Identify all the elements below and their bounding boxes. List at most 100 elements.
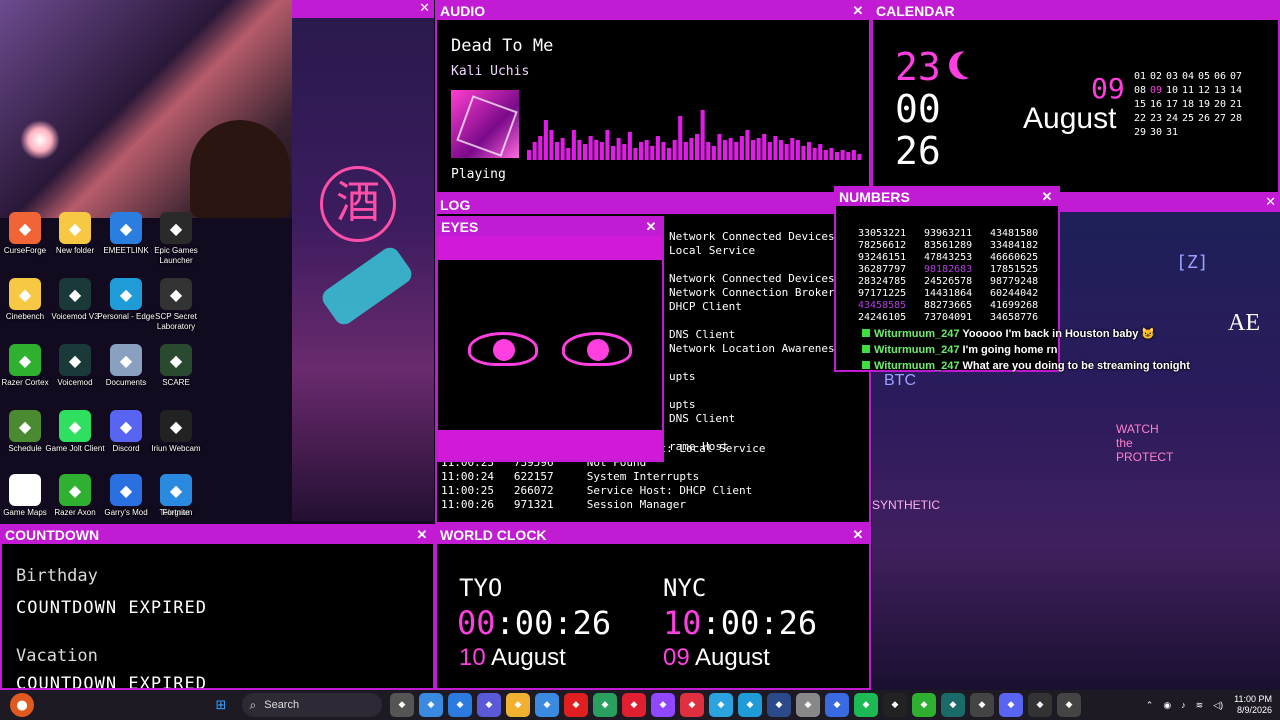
calendar-day-cell[interactable]: 09: [1150, 84, 1166, 98]
calendar-day-cell[interactable]: 29: [1134, 126, 1150, 140]
visualizer-bar: [835, 152, 840, 160]
discord-icon[interactable]: ◆: [999, 693, 1023, 717]
desktop-icon-fortnite[interactable]: ◆ Fortnite: [145, 474, 207, 518]
calendar-days-grid: 01 02 03 04 05 06 07 08 09 10 11 12 13 14 15 16 17 18 19 20…: [1134, 70, 1246, 140]
volume-icon[interactable]: ◁): [1213, 700, 1223, 711]
taskbar-clock[interactable]: 11:00 PM 8/9/2026: [1234, 694, 1272, 716]
eyes-widget: EYES ✕: [436, 216, 664, 462]
calendar-day-cell[interactable]: 23: [1150, 112, 1166, 126]
terminal-icon[interactable]: ◆: [1028, 693, 1052, 717]
tiktok-icon[interactable]: ◆: [883, 693, 907, 717]
teams-icon[interactable]: ◆: [477, 693, 501, 717]
opera-gx-icon[interactable]: ◆: [622, 693, 646, 717]
calendar-day-cell[interactable]: 08: [1134, 84, 1150, 98]
badge-icon: [862, 361, 870, 369]
calendar-day-cell[interactable]: 17: [1166, 98, 1182, 112]
calendar-day-cell[interactable]: 07: [1230, 70, 1246, 84]
windows-start-icon[interactable]: ⊞: [209, 693, 233, 717]
chevron-up-icon[interactable]: ⌃: [1146, 700, 1154, 711]
calendar-day-cell[interactable]: 10: [1166, 84, 1182, 98]
calendar-day-cell[interactable]: 18: [1182, 98, 1198, 112]
number-cell: 93963211: [924, 228, 973, 239]
number-cell: 17851525: [990, 264, 1039, 275]
calendar-day-cell[interactable]: 01: [1134, 70, 1150, 84]
scare-icon: ◆: [160, 344, 192, 376]
obs-icon[interactable]: ◆: [1057, 693, 1081, 717]
youtube-icon[interactable]: ◆: [564, 693, 588, 717]
lamp-light: [20, 120, 60, 160]
visualizer-bar: [655, 136, 660, 160]
schedule-icon: ◆: [9, 410, 41, 442]
webcam-icon: ◆: [160, 410, 192, 442]
search-box[interactable]: ⌕ Search: [241, 693, 382, 717]
close-icon[interactable]: ✕: [1265, 194, 1276, 210]
calendar-day-cell[interactable]: 26: [1198, 112, 1214, 126]
clock-time: 11:00 PM: [1234, 694, 1272, 704]
calendar-day-cell[interactable]: 21: [1230, 98, 1246, 112]
calendar-day-cell[interactable]: 24: [1166, 112, 1182, 126]
chrome-icon[interactable]: ◆: [593, 693, 617, 717]
calendar-day-cell[interactable]: 19: [1198, 98, 1214, 112]
close-icon[interactable]: ✕: [419, 0, 430, 16]
calendar-day-cell[interactable]: 04: [1182, 70, 1198, 84]
calendar-day-cell[interactable]: 30: [1150, 126, 1166, 140]
app-icon[interactable]: ◆: [680, 693, 704, 717]
spotify-icon[interactable]: ◆: [854, 693, 878, 717]
telegram-icon[interactable]: ◆: [709, 693, 733, 717]
close-icon[interactable]: ✕: [415, 526, 429, 544]
visualizer-bar: [728, 138, 733, 160]
chat-username: Witurmuum_247: [874, 360, 963, 372]
close-icon[interactable]: ✕: [851, 2, 865, 20]
edge-icon: ◆: [110, 278, 142, 310]
calendar-day-cell[interactable]: 11: [1182, 84, 1198, 98]
copilot-icon[interactable]: ◆: [419, 693, 443, 717]
network-icon[interactable]: ◉: [1163, 700, 1171, 711]
desktop-icon-scare[interactable]: ◆ SCARE: [145, 344, 207, 388]
settings-icon[interactable]: ◆: [796, 693, 820, 717]
desktop-icon-iriun-webcam[interactable]: ◆ Iriun Webcam: [145, 410, 207, 454]
calendar-day-cell[interactable]: 15: [1134, 98, 1150, 112]
close-icon[interactable]: ✕: [851, 526, 865, 544]
twitch-icon[interactable]: ◆: [651, 693, 675, 717]
calendar-day-cell[interactable]: 03: [1166, 70, 1182, 84]
clock-date: 8/9/2026: [1236, 705, 1272, 715]
search-icon: ⌕: [249, 697, 257, 712]
calendar-day-cell[interactable]: 28: [1230, 112, 1246, 126]
visualizer-bar: [801, 146, 806, 160]
close-icon[interactable]: ✕: [644, 218, 658, 236]
calendar-day-cell[interactable]: 16: [1150, 98, 1166, 112]
calendar-day-cell[interactable]: 31: [1166, 126, 1182, 140]
voicemod-icon[interactable]: ◆: [941, 693, 965, 717]
wifi-icon[interactable]: ≋: [1196, 700, 1204, 711]
calendar-day-cell[interactable]: 02: [1150, 70, 1166, 84]
media-player-icon[interactable]: ◆: [970, 693, 994, 717]
task-view-icon[interactable]: ◆: [390, 693, 414, 717]
edge-icon[interactable]: ◆: [738, 693, 762, 717]
calendar-day-cell[interactable]: 22: [1134, 112, 1150, 126]
firefox-icon[interactable]: ●: [10, 693, 34, 717]
close-icon[interactable]: ✕: [1040, 188, 1054, 206]
messenger-icon[interactable]: ◆: [825, 693, 849, 717]
file-explorer-icon[interactable]: ◆: [506, 693, 530, 717]
calendar-day-cell[interactable]: 05: [1198, 70, 1214, 84]
number-cell: 60244042: [990, 288, 1039, 299]
calendar-day-cell[interactable]: 14: [1230, 84, 1246, 98]
calendar-day-cell[interactable]: 27: [1214, 112, 1230, 126]
desktop-icon-epic-games-launcher[interactable]: ◆ Epic Games Launcher: [145, 212, 207, 266]
gamejolt-icon: ◆: [59, 410, 91, 442]
calendar-day-cell[interactable]: 13: [1214, 84, 1230, 98]
calendar-day-cell[interactable]: 06: [1214, 70, 1230, 84]
steam-icon[interactable]: ◆: [767, 693, 791, 717]
desktop-icon-scp-secret-laboratory[interactable]: ◆ SCP Secret Laboratory: [145, 278, 207, 332]
visualizer-bar: [723, 140, 728, 160]
calendar-day-cell[interactable]: 25: [1182, 112, 1198, 126]
razer-icon[interactable]: ◆: [912, 693, 936, 717]
calendar-day-cell[interactable]: 12: [1198, 84, 1214, 98]
mail-icon[interactable]: ◆: [448, 693, 472, 717]
visualizer-bar: [560, 138, 565, 160]
store-icon[interactable]: ◆: [535, 693, 559, 717]
calendar-day-cell[interactable]: 20: [1214, 98, 1230, 112]
zone-hour: 10: [663, 604, 702, 642]
mic-icon[interactable]: ♪: [1181, 700, 1186, 710]
chat-username: Witurmuum_247: [874, 344, 963, 356]
